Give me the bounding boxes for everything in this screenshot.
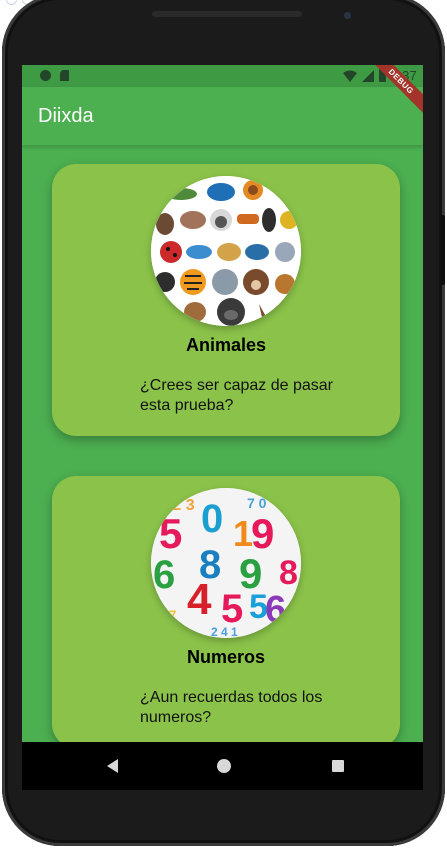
numbers-collage-image: 1 2 3 7 0 5 0 1 9 6 8 9 8 4 5 5 6 3 7 2 …	[151, 488, 301, 638]
front-camera	[344, 12, 351, 19]
app-bar: Diixda	[22, 87, 423, 145]
card-title: Numeros	[186, 647, 266, 667]
back-icon[interactable]	[107, 759, 118, 773]
svg-text:6: 6	[265, 589, 286, 631]
notification-dot-icon	[40, 70, 51, 81]
sd-card-icon	[60, 70, 69, 81]
home-icon[interactable]	[217, 759, 231, 773]
svg-text:4: 4	[187, 575, 212, 624]
phone-speaker	[152, 11, 302, 17]
signal-icon	[361, 69, 374, 82]
svg-text:5: 5	[159, 510, 182, 557]
svg-text:2 4 1: 2 4 1	[211, 625, 238, 638]
recents-icon[interactable]	[332, 760, 344, 772]
status-bar: 1:37	[22, 65, 423, 87]
card-numeros[interactable]: 1 2 3 7 0 5 0 1 9 6 8 9 8 4 5 5 6 3 7 2 …	[52, 476, 400, 742]
animals-collage-image	[151, 176, 301, 326]
svg-text:3 7: 3 7	[157, 607, 177, 623]
svg-text:7 0: 7 0	[247, 495, 267, 511]
phone-side-button	[441, 215, 445, 285]
navigation-bar	[22, 742, 423, 790]
card-list: Animales ¿Crees ser capaz de pasar esta …	[22, 145, 423, 742]
app-title: Diixda	[38, 105, 94, 127]
card-title: Animales	[185, 335, 267, 355]
svg-text:0: 0	[201, 497, 223, 541]
screen: 1:37 Diixda DEBUG	[22, 65, 423, 742]
card-description: ¿Aun recuerdas todos los numeros?	[140, 689, 323, 726]
svg-text:8: 8	[279, 554, 298, 592]
svg-text:6: 6	[153, 553, 175, 597]
card-description: ¿Crees ser capaz de pasar esta prueba?	[140, 377, 333, 414]
wifi-icon	[342, 70, 357, 82]
card-animales[interactable]: Animales ¿Crees ser capaz de pasar esta …	[52, 164, 400, 436]
